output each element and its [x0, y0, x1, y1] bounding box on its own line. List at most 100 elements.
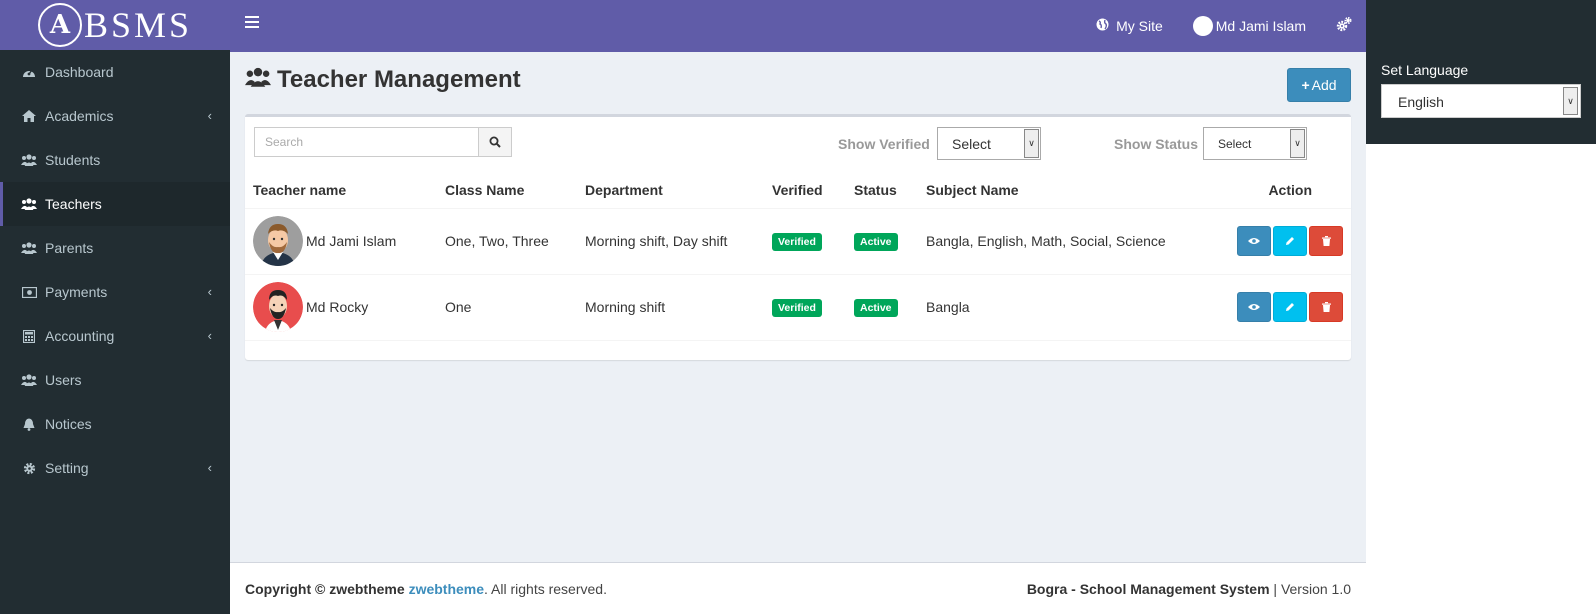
sidebar-item-label: Setting	[45, 460, 89, 476]
department-cell: Morning shift, Day shift	[577, 208, 764, 275]
app-version: | Version 1.0	[1273, 580, 1351, 597]
app-name: Bogra - School Management System	[1026, 580, 1270, 597]
users-icon	[21, 373, 37, 387]
language-panel: Set Language English ∨	[1366, 0, 1596, 144]
row-actions	[1216, 292, 1343, 322]
class-name-cell: One	[437, 274, 577, 341]
col-teacher-name[interactable]: Teacher name	[245, 172, 437, 209]
teacher-name: Md Jami Islam	[306, 233, 397, 249]
page-title-text: Teacher Management	[277, 66, 521, 93]
verified-select[interactable]: Select ∨	[937, 127, 1041, 160]
delete-button[interactable]	[1309, 226, 1343, 256]
users-icon	[21, 241, 37, 255]
header-nav: My Site Md Jami Islam	[1096, 0, 1366, 52]
brand-name: BSMS	[83, 5, 193, 45]
search-input[interactable]	[254, 127, 479, 157]
teacher-avatar	[253, 282, 303, 332]
table-row: Md Jami Islam One, Two, Three Morning sh…	[245, 208, 1351, 275]
copyright-text: Copyright © zwebtheme	[245, 580, 405, 597]
teacher-name-cell: Md Jami Islam	[253, 216, 429, 266]
status-badge: Active	[854, 232, 898, 251]
sidebar-item-academics[interactable]: Academics ‹	[0, 94, 230, 138]
sidebar-item-label: Payments	[45, 284, 108, 300]
language-title: Set Language	[1381, 62, 1469, 78]
teacher-avatar	[253, 216, 303, 266]
col-subject-name[interactable]: Subject Name	[918, 172, 1208, 209]
my-site-link[interactable]: My Site	[1096, 18, 1163, 34]
trash-icon	[1321, 302, 1331, 312]
subject-name-cell: Bangla, English, Math, Social, Science	[918, 208, 1208, 275]
sidebar-item-label: Academics	[45, 108, 114, 124]
edit-button[interactable]	[1273, 292, 1307, 322]
users-icon	[21, 153, 37, 167]
footer-link[interactable]: zwebtheme	[409, 581, 484, 597]
chevron-left-icon: ‹	[207, 108, 212, 123]
gears-icon[interactable]	[1336, 17, 1352, 35]
department-cell: Morning shift	[577, 274, 764, 341]
status-cell: Active	[846, 274, 918, 341]
search-button[interactable]	[479, 127, 512, 157]
status-select-value: Select	[1218, 137, 1252, 151]
calculator-icon	[21, 329, 37, 343]
status-badge: Active	[854, 298, 898, 317]
col-class-name[interactable]: Class Name	[437, 172, 577, 209]
sidebar-item-label: Students	[45, 152, 101, 168]
trash-icon	[1321, 236, 1331, 246]
delete-button[interactable]	[1309, 292, 1343, 322]
sidebar-item-students[interactable]: Students	[0, 138, 230, 182]
col-department[interactable]: Department	[577, 172, 764, 209]
col-verified[interactable]: Verified	[764, 172, 846, 209]
footer-app-info: Bogra - School Management System | Versi…	[1027, 581, 1351, 597]
chevron-left-icon: ‹	[207, 328, 212, 343]
col-status[interactable]: Status	[846, 172, 918, 209]
table-header-row: Teacher name Class Name Department Verif…	[245, 172, 1351, 209]
status-select[interactable]: Select ∨	[1203, 127, 1307, 160]
sidebar-item-setting[interactable]: Setting ‹	[0, 446, 230, 490]
users-icon	[21, 197, 37, 211]
verified-badge: Verified	[772, 298, 822, 317]
subject-name-cell: Bangla	[918, 274, 1208, 341]
verified-badge: Verified	[772, 232, 822, 251]
menu-toggle-icon[interactable]	[245, 16, 259, 28]
user-avatar	[1192, 16, 1213, 36]
sidebar-item-notices[interactable]: Notices	[0, 402, 230, 446]
page-title: Teacher Management	[245, 66, 521, 94]
verified-select-value: Select	[952, 136, 991, 152]
sidebar-item-label: Users	[45, 372, 82, 388]
gear-icon	[21, 461, 37, 475]
verified-cell: Verified	[764, 208, 846, 275]
sidebar-item-users[interactable]: Users	[0, 358, 230, 402]
add-button[interactable]: + Add	[1287, 68, 1351, 102]
top-header: My Site Md Jami Islam	[230, 0, 1366, 52]
my-site-label: My Site	[1116, 18, 1163, 34]
search-group	[254, 127, 512, 157]
view-button[interactable]	[1237, 292, 1271, 322]
show-verified-label: Show Verified	[838, 136, 930, 152]
rights-text: . All rights reserved.	[484, 580, 607, 597]
language-select[interactable]: English ∨	[1381, 84, 1581, 118]
row-actions	[1216, 226, 1343, 256]
class-name-cell: One, Two, Three	[437, 208, 577, 275]
view-button[interactable]	[1237, 226, 1271, 256]
sidebar-item-accounting[interactable]: Accounting ‹	[0, 314, 230, 358]
plus-icon: +	[1301, 77, 1310, 93]
sidebar-item-dashboard[interactable]: Dashboard	[0, 50, 230, 94]
chevron-down-icon: ∨	[1563, 87, 1578, 115]
edit-button[interactable]	[1273, 226, 1307, 256]
sidebar-item-parents[interactable]: Parents	[0, 226, 230, 270]
search-icon	[489, 136, 501, 148]
sidebar: A BSMS Dashboard Academics ‹ Students Te…	[0, 0, 230, 614]
pencil-icon	[1286, 237, 1294, 245]
pencil-icon	[1286, 303, 1294, 311]
sidebar-item-payments[interactable]: Payments ‹	[0, 270, 230, 314]
teacher-table-box: Show Verified Select ∨ Show Status Selec…	[245, 114, 1351, 360]
brand-logo[interactable]: A BSMS	[0, 0, 230, 50]
user-name: Md Jami Islam	[1215, 18, 1306, 34]
teacher-table: Teacher name Class Name Department Verif…	[245, 172, 1351, 341]
sidebar-item-teachers[interactable]: Teachers	[0, 182, 230, 226]
language-value: English	[1398, 94, 1444, 110]
users-icon	[245, 66, 271, 94]
dashboard-icon	[21, 65, 37, 79]
teacher-name: Md Rocky	[306, 299, 369, 315]
user-menu[interactable]: Md Jami Islam	[1192, 16, 1306, 36]
